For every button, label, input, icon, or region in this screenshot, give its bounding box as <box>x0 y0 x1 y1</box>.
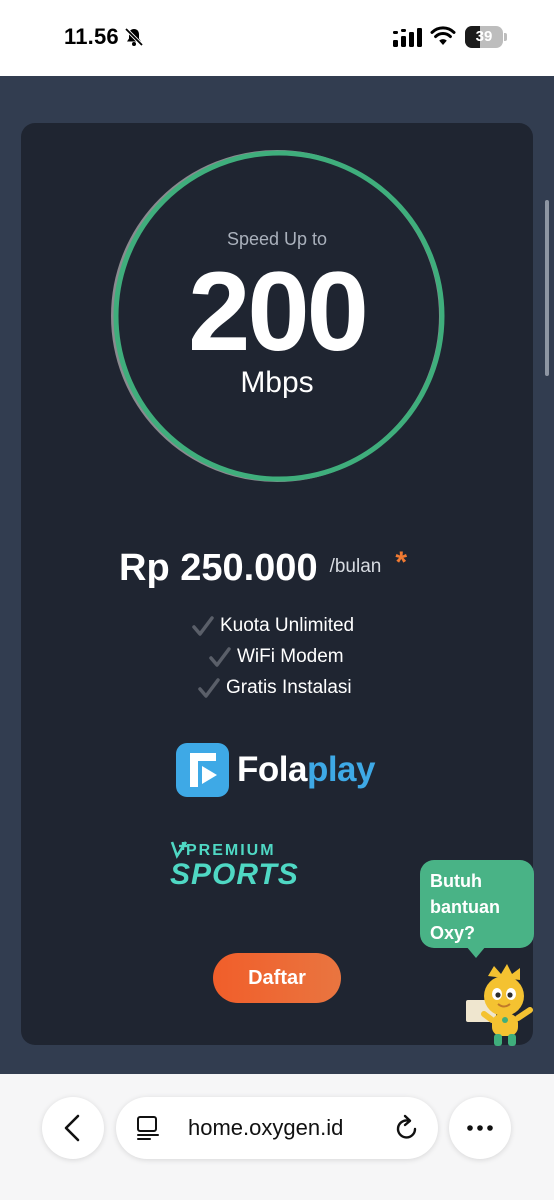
status-time: 11.56 <box>64 24 119 49</box>
battery-body: 39 <box>465 26 503 48</box>
back-button[interactable] <box>42 1097 104 1159</box>
url-text[interactable]: home.oxygen.id <box>188 1097 343 1159</box>
daftar-button[interactable]: Daftar <box>213 953 341 1003</box>
ellipsis-icon <box>467 1125 493 1131</box>
status-bar: 11.56 39 <box>0 0 554 76</box>
folaplay-word-b: play <box>306 750 376 789</box>
price-period: /bulan <box>329 556 382 577</box>
price-amount: Rp 250.000 <box>119 547 318 589</box>
check-icon <box>209 647 231 667</box>
battery-level: 39 <box>475 28 493 45</box>
check-icon <box>192 616 214 636</box>
folaplay-logo: Folaplay <box>176 743 376 797</box>
premium-sports-logo: PREMIUM SPORTS <box>170 841 346 891</box>
speed-value: 200 <box>188 249 369 374</box>
more-options-button[interactable] <box>449 1097 511 1159</box>
folaplay-word-a: Fola <box>237 750 307 789</box>
oxy-mascot-icon[interactable] <box>466 962 544 1050</box>
battery-tip <box>504 33 507 41</box>
check-icon <box>198 678 220 698</box>
chat-help-bubble[interactable]: Butuh bantuan Oxy? <box>420 860 534 948</box>
cellular-signal-icon <box>393 28 422 47</box>
bell-slash-icon <box>124 27 144 47</box>
reload-icon[interactable] <box>394 1114 420 1142</box>
chat-line: Butuh <box>430 871 482 891</box>
chat-line: Oxy? <box>430 923 476 943</box>
feature-item: WiFi Modem <box>209 643 344 671</box>
page-menu-icon <box>137 1116 159 1140</box>
price-asterisk: * <box>395 546 408 579</box>
feature-label: Gratis Instalasi <box>226 677 352 698</box>
feature-item: Gratis Instalasi <box>198 674 352 702</box>
battery-icon: 39 <box>465 26 507 48</box>
feature-item: Kuota Unlimited <box>192 612 354 640</box>
speed-label: Speed Up to <box>226 229 328 249</box>
feature-label: WiFi Modem <box>237 646 344 667</box>
chat-bubble-tail <box>466 946 486 958</box>
feature-label: Kuota Unlimited <box>220 615 355 636</box>
chat-line: bantuan <box>430 897 500 917</box>
wifi-icon <box>430 26 456 45</box>
chevron-left-icon <box>64 1114 80 1142</box>
sports-wordmark: SPORTS <box>170 858 299 891</box>
speed-unit: Mbps <box>240 366 314 399</box>
price-row: Rp 250.000 /bulan * <box>119 544 407 592</box>
folaplay-wordmark: Folaplay <box>237 743 376 797</box>
address-bar[interactable]: home.oxygen.id <box>116 1097 438 1159</box>
folaplay-icon <box>176 743 229 797</box>
